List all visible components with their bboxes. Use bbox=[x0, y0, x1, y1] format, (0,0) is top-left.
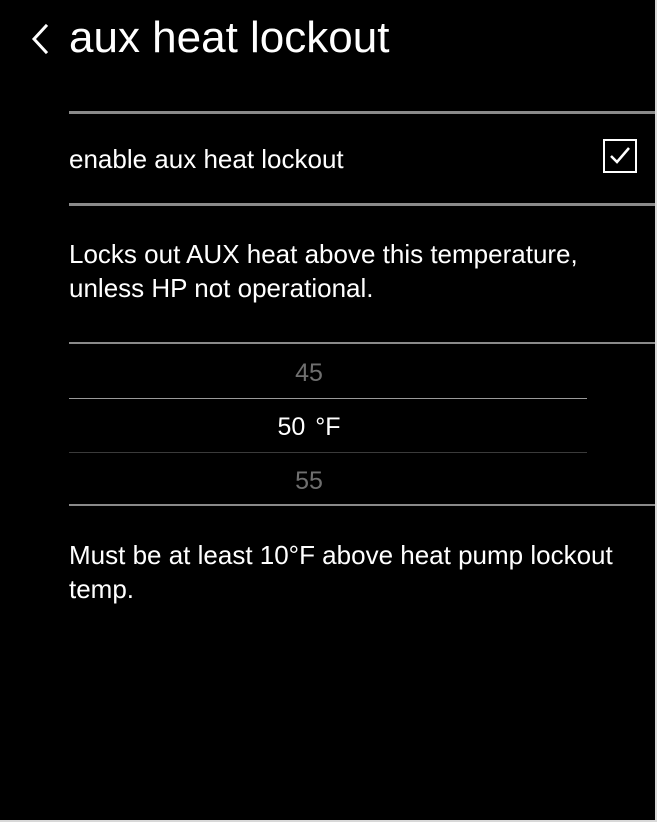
picker-selected-value: 50 bbox=[277, 413, 306, 441]
picker-selection-line-bottom bbox=[69, 452, 587, 453]
aux-heat-lockout-screen: aux heat lockout enable aux heat lockout… bbox=[0, 0, 657, 822]
picker-selection-line-top bbox=[69, 398, 587, 399]
chevron-left-icon bbox=[30, 22, 50, 56]
divider-middle bbox=[69, 203, 655, 206]
picker-unit: °F bbox=[315, 413, 341, 441]
page-title: aux heat lockout bbox=[69, 13, 390, 62]
temperature-picker[interactable]: 45 50 °F 55 bbox=[69, 344, 655, 504]
enable-aux-heat-lockout-row[interactable]: enable aux heat lockout bbox=[69, 118, 655, 202]
picker-option-next[interactable]: 55 bbox=[69, 466, 549, 496]
enable-aux-heat-lockout-checkbox[interactable] bbox=[603, 139, 637, 173]
header: aux heat lockout bbox=[0, 0, 655, 80]
back-button[interactable] bbox=[18, 14, 62, 64]
picker-option-selected[interactable]: 50 °F bbox=[69, 412, 549, 442]
divider-top bbox=[69, 111, 655, 114]
picker-option-prev[interactable]: 45 bbox=[69, 358, 549, 388]
lockout-note: Must be at least 10°F above heat pump lo… bbox=[69, 540, 613, 604]
enable-aux-heat-lockout-label: enable aux heat lockout bbox=[69, 144, 344, 174]
picker-bottom-divider bbox=[69, 504, 655, 506]
lockout-description: Locks out AUX heat above this temperatur… bbox=[69, 239, 578, 303]
